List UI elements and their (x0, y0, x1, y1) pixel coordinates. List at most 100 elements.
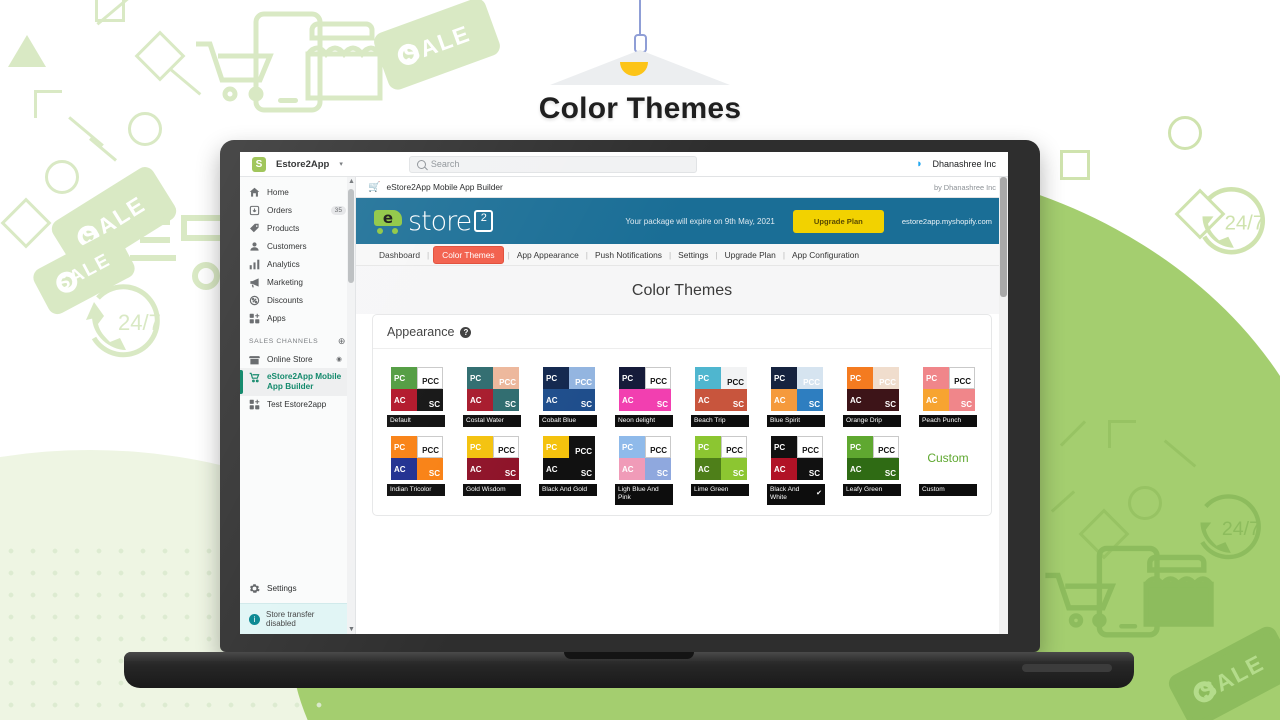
admin-scrollbar-thumb[interactable] (1000, 177, 1007, 297)
sidebar-item-label: Apps (267, 313, 286, 323)
app-header: 🛒 eStore2App Mobile App Builder by Dhana… (356, 177, 1008, 198)
sidebar-item-analytics[interactable]: Analytics (240, 255, 355, 273)
theme-name-text: Costal Water (466, 417, 504, 424)
appearance-card-header: Appearance ? (373, 315, 991, 349)
laptop-lid: Estore2App ▾ Search ◗ Dhanashree Inc (220, 140, 1040, 652)
theme-swatch[interactable]: PC PCC AC SC Peach Punch (919, 363, 977, 428)
theme-swatch[interactable]: PC PCC AC SC Blue Spirit (767, 363, 825, 428)
theme-swatch[interactable]: PC PCC AC SC Leafy Green (843, 432, 901, 504)
theme-name-label: Indian Tricolor (387, 484, 445, 497)
theme-tile-sc: SC (949, 389, 975, 411)
theme-name-label: Costal Water (463, 415, 521, 428)
store-name[interactable]: Estore2App (276, 159, 329, 170)
theme-tile-sc: SC (569, 458, 595, 481)
sidebar-item-marketing[interactable]: Marketing (240, 273, 355, 291)
theme-color-tiles: PC PCC AC SC (539, 363, 597, 415)
theme-tile-ac: AC (619, 458, 645, 481)
theme-tile-ac: AC (695, 389, 721, 411)
theme-name-label: Neon delight (615, 415, 673, 428)
sidebar-item-estore2app-mobile-app-builder[interactable]: eStore2App Mobile App Builder (240, 368, 355, 396)
theme-color-tiles: PC PCC AC SC (463, 432, 521, 485)
theme-swatch[interactable]: PC PCC AC SC Orange Drip (843, 363, 901, 428)
tab-dashboard[interactable]: Dashboard (372, 250, 427, 260)
store-transfer-notice: i Store transfer disabled (240, 603, 355, 634)
sidebar-item-label: Marketing (267, 277, 303, 287)
sidebar-item-online-store[interactable]: Online Store ◉ (240, 350, 355, 368)
theme-swatch[interactable]: PC PCC AC SC Beach Trip (691, 363, 749, 428)
theme-swatch[interactable]: PC PCC AC SC Costal Water (463, 363, 521, 428)
theme-swatch[interactable]: PC PCC AC SC Black And Gold (539, 432, 597, 504)
theme-swatch[interactable]: PC PCC AC SC Indian Tricolor (387, 432, 445, 504)
customers-icon (249, 241, 260, 252)
theme-swatch[interactable]: PC PCC AC SC Default (387, 363, 445, 428)
tab-settings[interactable]: Settings (671, 250, 715, 260)
theme-tile-pcc: PCC (417, 436, 443, 459)
laptop-base-foot (1022, 664, 1112, 672)
chevron-down-icon[interactable]: ▾ (339, 160, 343, 168)
theme-name-label: Leafy Green (843, 484, 901, 497)
theme-name-text: Cobalt Blue (542, 417, 577, 424)
theme-tile-pcc: PCC (721, 436, 747, 459)
theme-swatch[interactable]: PC PCC AC SC Gold Wisdom (463, 432, 521, 504)
theme-tile-sc: SC (797, 458, 823, 481)
theme-name-label: Lime Green (691, 484, 749, 497)
scroll-up-icon[interactable]: ▲ (348, 178, 355, 185)
help-circle-icon[interactable]: ? (460, 326, 472, 338)
theme-tile-sc: SC (645, 389, 671, 411)
tab-app-appearance[interactable]: App Appearance (510, 250, 586, 260)
theme-name-label: Default (387, 415, 445, 428)
theme-tile-ac: AC (543, 458, 569, 481)
eye-icon[interactable]: ◉ (332, 354, 346, 364)
theme-tile-sc: SC (417, 389, 443, 411)
estore-cart-icon: 🛒 (368, 181, 381, 193)
laptop-mockup: Estore2App ▾ Search ◗ Dhanashree Inc (124, 140, 1134, 688)
theme-tile-pcc: PCC (797, 367, 823, 389)
estore-logo-badge: 2 (474, 210, 494, 232)
account-menu[interactable]: ◗ Dhanashree Inc (912, 157, 996, 171)
theme-swatch-custom[interactable]: Custom Custom (919, 432, 977, 504)
tab-color-themes[interactable]: Color Themes (433, 245, 504, 264)
svg-text:24/7: 24/7 (1225, 212, 1265, 234)
theme-tile-ac: AC (847, 389, 873, 411)
admin-scrollbar[interactable] (999, 177, 1008, 634)
products-tag-icon (249, 223, 260, 234)
theme-swatch[interactable]: PC PCC AC SC Ligh Blue And Pink (615, 432, 673, 505)
theme-tile-ac: AC (771, 389, 797, 411)
tab-upgrade-plan[interactable]: Upgrade Plan (718, 250, 783, 260)
theme-swatch[interactable]: PC PCC AC SC Neon delight (615, 363, 673, 428)
triangle-shape-icon (8, 35, 46, 67)
search-placeholder: Search (430, 159, 460, 169)
sidebar-item-settings[interactable]: Settings (240, 579, 355, 597)
theme-color-tiles: PC PCC AC SC (767, 363, 825, 415)
theme-swatch[interactable]: PC PCC AC SC Cobalt Blue (539, 363, 597, 428)
tab-push-notifications[interactable]: Push Notifications (588, 250, 669, 260)
theme-swatch[interactable]: PC PCC AC SC Black And White ✔ (767, 432, 825, 505)
diamond-shape-icon (0, 197, 52, 249)
sidebar-item-label: Home (267, 187, 289, 197)
theme-color-tiles: PC PCC AC SC (691, 432, 749, 485)
sidebar-item-customers[interactable]: Customers (240, 237, 355, 255)
theme-tile-pcc: PCC (569, 436, 595, 459)
sidebar-item-test-estore2app[interactable]: Test Estore2app (240, 396, 355, 414)
theme-color-tiles: PC PCC AC SC (539, 432, 597, 485)
hero-title: Color Themes (538, 92, 742, 125)
scroll-down-icon[interactable]: ▼ (348, 626, 355, 633)
corner-shape-icon (1108, 420, 1136, 448)
sidebar-item-discounts[interactable]: Discounts (240, 291, 355, 309)
sidebar-item-orders[interactable]: Orders 35 (240, 201, 355, 219)
sidebar-item-home[interactable]: Home (240, 183, 355, 201)
search-input[interactable]: Search (408, 155, 697, 173)
dhanashree-avatar-icon: ◗ (912, 157, 927, 171)
upgrade-plan-button[interactable]: Upgrade Plan (792, 209, 884, 233)
sidebar-item-apps[interactable]: Apps (240, 309, 355, 327)
plus-circle-icon[interactable]: ⊕ (338, 336, 346, 347)
sidebar-item-products[interactable]: Products (240, 219, 355, 237)
sidebar-scrollbar[interactable]: ▲ ▼ (347, 177, 355, 634)
theme-swatch[interactable]: PC PCC AC SC Lime Green (691, 432, 749, 504)
theme-tile-pc: PC (467, 436, 493, 459)
tab-app-configuration[interactable]: App Configuration (785, 250, 866, 260)
package-expiry-note: Your package will expire on 9th May, 202… (625, 216, 775, 226)
apps-grid-icon (249, 399, 260, 410)
theme-color-tiles: PC PCC AC SC (691, 363, 749, 415)
sidebar-scrollbar-thumb[interactable] (348, 189, 354, 283)
